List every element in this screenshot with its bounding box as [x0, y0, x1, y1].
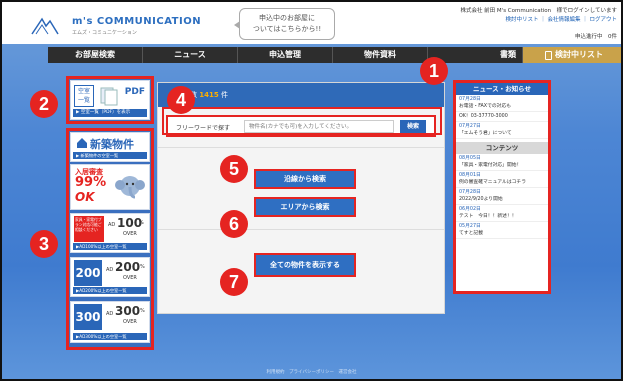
ad300-over: OVER	[123, 319, 137, 325]
news-sidebar: ニュース・お知らせ 07月28日 お電話・FAXでの対応も OK！03-37770…	[453, 80, 551, 294]
application-progress-count: 申込進行中 0件	[575, 34, 617, 40]
ad100-unit: %	[139, 220, 144, 226]
news-item[interactable]: OK！03-37770-3000	[456, 112, 548, 122]
ad300-big-number: 300	[74, 304, 102, 330]
content-item[interactable]: 06月02日 テスト 今日！！新述！！	[456, 205, 548, 222]
header: m's COMMUNICATION エムズ・コミュニケーション 申込中のお部屋に…	[2, 2, 621, 44]
ad100-label: AD	[108, 222, 116, 228]
annotation-badge-3: 3	[30, 230, 58, 258]
footer-links[interactable]: 利用規約 プライバシーポリシー 運営会社	[2, 369, 621, 375]
ad200-over: OVER	[123, 275, 137, 281]
annotation-badge-1: 1	[420, 57, 448, 85]
login-status-text: 株式会社 前田 M's Communication 様でログインしています	[460, 8, 617, 14]
annotation-badge-4: 4	[167, 86, 195, 114]
vacancy-list-box: 空室 一覧	[74, 85, 94, 107]
property-count-value: 1415	[199, 91, 219, 99]
content-item[interactable]: 07月28日 2022/9/20より開始	[456, 188, 548, 205]
nav-property-materials[interactable]: 物件資料	[333, 47, 428, 63]
area-search-button[interactable]: エリアから検索	[254, 197, 356, 217]
pdf-link-bar[interactable]: ▶ 空室一覧（PDF）を表示	[73, 109, 147, 117]
ad100-link[interactable]: ▶AD100%以上の空室一覧	[73, 243, 147, 250]
ad200-value: 200	[115, 260, 141, 274]
screening-ok: OK	[75, 190, 95, 204]
ad100-card[interactable]: 家具・家電付プラン対応可能ご相談ください AD 100 % OVER ▶AD10…	[70, 213, 150, 253]
pdf-label: PDF	[124, 87, 145, 97]
ad200-big-number: 200	[74, 260, 102, 286]
main-panel-header: 数 1415 件	[158, 83, 444, 107]
main-nav: お部屋検索 ニュース 申込管理 物件資料 書類 検討中リスト	[48, 47, 621, 63]
furniture-plan-badge: 家具・家電付プラン対応可能ご相談ください	[74, 216, 104, 242]
ad300-link[interactable]: ▶AD300%以上の空室一覧	[73, 333, 147, 340]
annotation-badge-6: 6	[220, 210, 248, 238]
new-build-link[interactable]: ▶ 新築物件の空室一覧	[73, 152, 147, 159]
news-item[interactable]: 07月27日 「エムそう君」について	[456, 122, 548, 139]
nav-room-search[interactable]: お部屋検索	[48, 47, 143, 63]
annotation-badge-5: 5	[220, 155, 248, 183]
annotation-badge-7: 7	[220, 268, 248, 296]
brand-name[interactable]: m's COMMUNICATION	[72, 16, 201, 27]
house-icon	[77, 138, 87, 148]
news-item[interactable]: 07月28日 お電話・FAXでの対応も	[456, 95, 548, 112]
header-links[interactable]: 検討中リスト ｜ 会社情報編集 ｜ ログアウト	[506, 15, 618, 23]
application-status-bubble[interactable]: 申込中のお部屋に ついてはこちらから!!	[234, 8, 335, 40]
ad200-label: AD	[106, 267, 114, 273]
ad100-over: OVER	[123, 231, 137, 237]
screening-99-card[interactable]: 入居審査 99% OK	[70, 164, 150, 210]
news-heading: ニュース・お知らせ	[456, 83, 548, 95]
ad300-card[interactable]: 300 AD 300 % OVER ▶AD300%以上の空室一覧	[70, 301, 150, 343]
company-logo-icon[interactable]	[30, 16, 60, 36]
mascot-elephant-icon	[115, 176, 145, 199]
divider	[158, 229, 444, 230]
content-item[interactable]: 08月01日 例の審査確マニュアルはコチラ	[456, 171, 548, 188]
nav-application-management[interactable]: 申込管理	[238, 47, 333, 63]
new-build-title: 新築物件	[90, 138, 134, 151]
contents-heading: コンテンツ	[456, 142, 548, 154]
page-frame: m's COMMUNICATION エムズ・コミュニケーション 申込中のお部屋に…	[0, 0, 623, 381]
property-count: 数 1415 件	[190, 91, 228, 99]
search-area-highlight	[162, 107, 442, 135]
vacancy-pdf-card[interactable]: 空室 一覧 PDF ▶ 空室一覧（PDF）を表示	[70, 80, 150, 120]
ad300-value: 300	[115, 304, 141, 318]
new-build-card[interactable]: 新築物件 ▶ 新築物件の空室一覧	[70, 132, 150, 162]
bubble-line-1: 申込中のお部屋に	[259, 14, 315, 22]
ad200-link[interactable]: ▶AD200%以上の空室一覧	[73, 287, 147, 294]
ad200-card[interactable]: 200 AD 200 % OVER ▶AD200%以上の空室一覧	[70, 257, 150, 297]
ad200-unit: %	[140, 264, 145, 270]
brand-subtitle: エムズ・コミュニケーション	[72, 30, 137, 36]
clipboard-icon	[545, 50, 552, 60]
content-item[interactable]: 05月27日 てすと記載	[456, 222, 548, 239]
bubble-line-2: ついてはこちらから!!	[252, 25, 322, 33]
ad300-label: AD	[106, 311, 114, 317]
show-all-properties-button[interactable]: 全ての物件を表示する	[254, 253, 356, 277]
divider	[158, 147, 444, 148]
ad300-unit: %	[140, 308, 145, 314]
route-search-button[interactable]: 沿線から検索	[254, 169, 356, 189]
document-stack-icon	[100, 87, 118, 106]
nav-news[interactable]: ニュース	[143, 47, 238, 63]
nav-favorites[interactable]: 検討中リスト	[523, 47, 621, 63]
annotation-badge-2: 2	[30, 90, 58, 118]
content-item[interactable]: 08月05日 「家具・家電付対応」開始！	[456, 154, 548, 171]
screening-percent: 99%	[75, 175, 107, 190]
nav-favorites-label: 検討中リスト	[555, 50, 603, 59]
